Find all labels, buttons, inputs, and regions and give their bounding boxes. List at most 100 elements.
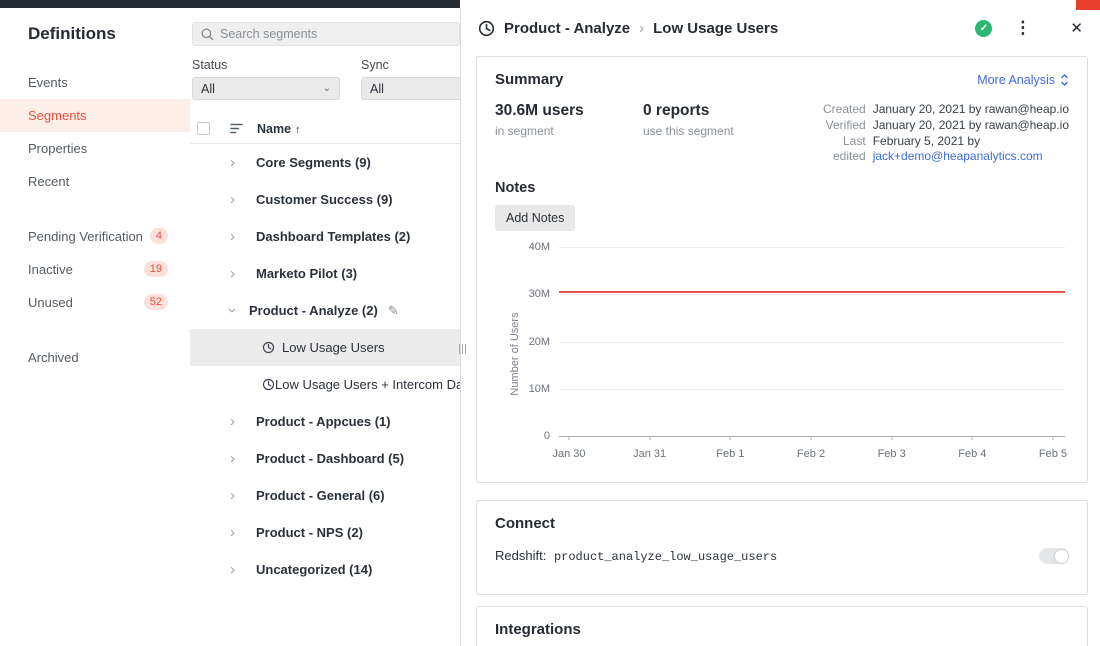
sidebar-section: Events Segments Properties Recent <box>0 66 190 198</box>
sidebar-item-inactive[interactable]: Inactive19 <box>0 253 190 286</box>
chevron-right-icon[interactable]: › <box>230 525 256 540</box>
chevron-down-icon[interactable]: › <box>225 308 240 313</box>
segment-group-label: Product - General (6) <box>256 488 385 503</box>
x-tick-label: Feb 4 <box>958 448 986 460</box>
search-icon <box>201 28 214 41</box>
sidebar-item-properties[interactable]: Properties <box>0 132 190 165</box>
name-column-header[interactable]: Name↑ <box>257 122 301 136</box>
segment-group-customer-success-9[interactable]: ›Customer Success (9) <box>190 181 460 218</box>
email-link[interactable]: jack+demo@heapanalytics.com <box>873 149 1069 164</box>
add-notes-button[interactable]: Add Notes <box>495 205 575 231</box>
reports-stat-value: 0 reports <box>643 102 803 120</box>
x-tick-label: Feb 2 <box>797 448 825 460</box>
segment-group-dashboard-templates-2[interactable]: ›Dashboard Templates (2) <box>190 218 460 255</box>
chevron-right-icon[interactable]: › <box>230 155 256 170</box>
sync-select-value: All <box>370 82 384 96</box>
segment-meta: CreatedJanuary 20, 2021 by rawan@heap.io… <box>816 102 1069 164</box>
segment-group-product-general-6[interactable]: ›Product - General (6) <box>190 477 460 514</box>
verified-check-icon[interactable]: ✓ <box>975 20 992 37</box>
segment-group-marketo-pilot-3[interactable]: ›Marketo Pilot (3) <box>190 255 460 292</box>
chevron-right-icon[interactable]: › <box>230 266 256 281</box>
reports-stat: 0 reports use this segment <box>643 102 803 164</box>
list-header: Name↑ <box>190 114 460 144</box>
redshift-sync-toggle[interactable] <box>1039 548 1069 564</box>
search-box[interactable] <box>192 22 460 46</box>
count-badge: 19 <box>144 261 168 277</box>
chevron-down-icon: ⌄ <box>323 84 331 94</box>
sync-filter-label: Sync <box>361 58 461 72</box>
chevron-right-icon[interactable]: › <box>230 414 256 429</box>
search-input[interactable] <box>220 27 451 41</box>
edit-pencil-icon[interactable]: ✎ <box>388 303 399 319</box>
sidebar-item-events[interactable]: Events <box>0 66 190 99</box>
redshift-table-name: product_analyze_low_usage_users <box>554 550 777 564</box>
meta-value: February 5, 2021 byjack+demo@heapanalyti… <box>873 134 1069 164</box>
segment-item-low-usage-users[interactable]: Low Usage Users <box>190 329 460 366</box>
segment-group-label: Product - Dashboard (5) <box>256 451 404 466</box>
segment-group-label: Core Segments (9) <box>256 155 371 170</box>
segment-group-label: Product - NPS (2) <box>256 525 363 540</box>
segment-group-product-nps-2[interactable]: ›Product - NPS (2) <box>190 514 460 551</box>
y-axis-title: Number of Users <box>509 312 521 395</box>
toggle-knob <box>1055 550 1068 563</box>
sidebar-section: Pending Verification4Inactive19Unused52 <box>0 220 190 319</box>
segment-group-core-segments-9[interactable]: ›Core Segments (9) <box>190 144 460 181</box>
sync-select[interactable]: All ⌄ <box>361 77 461 100</box>
chevron-right-icon[interactable]: › <box>230 488 256 503</box>
summary-stats: 30.6M users in segment 0 reports use thi… <box>495 102 1069 164</box>
segment-item-low-usage-users-intercom-data[interactable]: Low Usage Users + Intercom Data <box>190 366 460 403</box>
page-title: Definitions <box>0 24 190 44</box>
chevron-right-icon[interactable]: › <box>230 562 256 577</box>
kebab-menu-icon[interactable]: ⋮ <box>1014 18 1031 38</box>
segment-group-product-appcues-1[interactable]: ›Product - Appcues (1) <box>190 403 460 440</box>
segment-group-product-dashboard-5[interactable]: ›Product - Dashboard (5) <box>190 440 460 477</box>
chevron-right-icon[interactable]: › <box>230 192 256 207</box>
count-badge: 52 <box>144 294 168 310</box>
segment-clock-icon <box>262 378 275 391</box>
segments-list-panel: Status All ⌄ Sync All ⌄ Name↑ ›Core Se <box>190 8 461 646</box>
sidebar-item-label: Recent <box>28 174 69 189</box>
x-axis-labels: Jan 30Jan 31Feb 1Feb 2Feb 3Feb 4Feb 5 <box>569 448 1053 462</box>
sidebar-item-recent[interactable]: Recent <box>0 165 190 198</box>
y-tick-label: 0 <box>544 430 550 442</box>
segment-group-label: Product - Appcues (1) <box>256 414 391 429</box>
users-stat-caption: in segment <box>495 124 643 138</box>
segment-group-product-analyze-2[interactable]: ›Product - Analyze (2)✎ <box>190 292 460 329</box>
sidebar-item-segments[interactable]: Segments <box>0 99 190 132</box>
segment-users-chart: Number of Users 010M20M30M40M Jan 30Jan … <box>495 241 1069 466</box>
status-filter: Status All ⌄ <box>192 58 340 100</box>
x-tick-label: Jan 30 <box>552 448 585 460</box>
sidebar-item-pending-verification[interactable]: Pending Verification4 <box>0 220 190 253</box>
sort-asc-icon: ↑ <box>295 124 301 136</box>
segment-group-label: Uncategorized (14) <box>256 562 372 577</box>
status-select[interactable]: All ⌄ <box>192 77 340 100</box>
segments-tree: ›Core Segments (9)›Customer Success (9)›… <box>190 144 460 588</box>
sidebar-nav: Events Segments Properties Recent Pending Ve… <box>0 66 190 374</box>
panel-resize-handle[interactable] <box>456 341 469 357</box>
gridline: 20M <box>559 342 1065 343</box>
status-select-value: All <box>201 82 215 96</box>
x-tick-label: Feb 5 <box>1039 448 1067 460</box>
sidebar-item-unused[interactable]: Unused52 <box>0 286 190 319</box>
detail-header: Product - Analyze › Low Usage Users ✓ ⋮ … <box>461 0 1100 56</box>
x-tick-label: Jan 31 <box>633 448 666 460</box>
filter-sort-icon[interactable] <box>230 123 244 134</box>
y-tick-label: 30M <box>529 288 550 300</box>
x-tick-marks <box>569 436 1053 440</box>
sidebar-section: Archived <box>0 341 190 374</box>
y-tick-label: 10M <box>529 383 550 395</box>
gridline: 40M <box>559 247 1065 248</box>
x-tick-mark <box>649 436 650 440</box>
sidebar-item-label: Segments <box>28 108 87 123</box>
close-icon[interactable]: ✕ <box>1070 19 1083 37</box>
sidebar-item-archived[interactable]: Archived <box>0 341 190 374</box>
segment-group-uncategorized-14[interactable]: ›Uncategorized (14) <box>190 551 460 588</box>
segment-size-line <box>559 291 1065 293</box>
breadcrumb-parent[interactable]: Product - Analyze <box>504 20 630 37</box>
more-analysis-button[interactable]: More Analysis <box>977 73 1069 87</box>
meta-value: January 20, 2021 by rawan@heap.io <box>873 118 1069 133</box>
chevron-right-icon[interactable]: › <box>230 229 256 244</box>
chevron-right-icon[interactable]: › <box>230 451 256 466</box>
select-all-checkbox[interactable] <box>197 122 210 135</box>
segment-group-label: Marketo Pilot (3) <box>256 266 357 281</box>
